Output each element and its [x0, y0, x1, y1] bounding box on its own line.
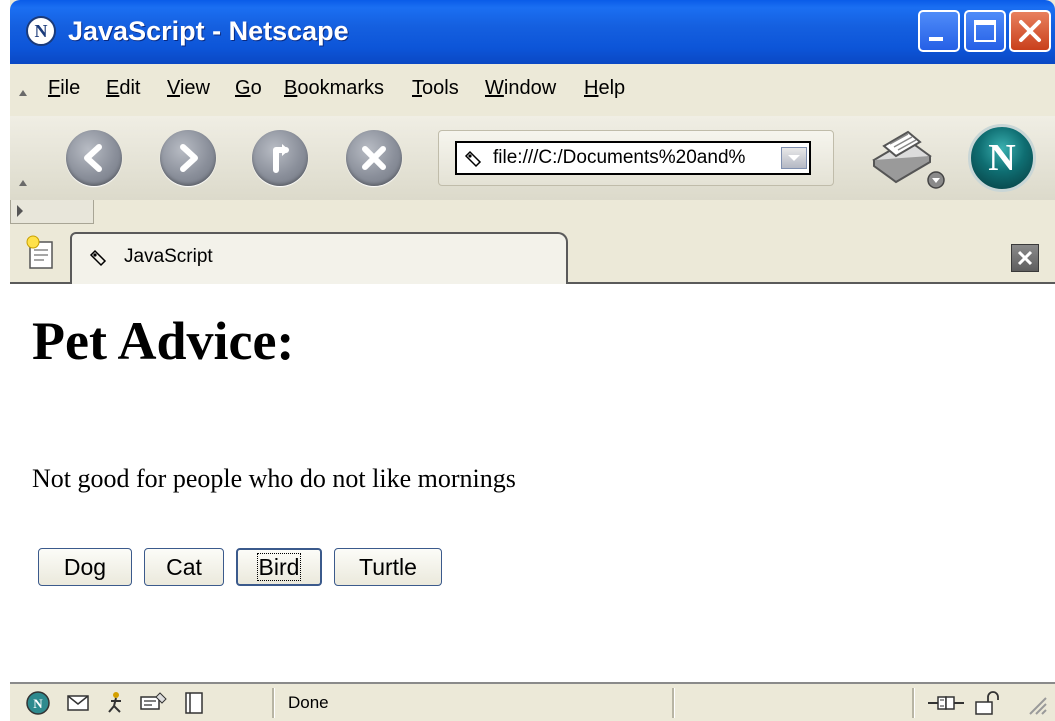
mail-icon[interactable] [64, 689, 92, 717]
forward-icon [180, 144, 198, 172]
forward-button[interactable] [160, 130, 216, 186]
aim-icon[interactable] [102, 689, 130, 717]
resize-grip-icon[interactable] [1024, 692, 1048, 718]
turtle-button[interactable]: Turtle [334, 548, 442, 586]
navigation-toolbar: N [10, 116, 1055, 201]
svg-text:N: N [33, 696, 43, 711]
status-bar: N Done [10, 682, 1055, 721]
url-bar[interactable] [455, 141, 811, 175]
bird-button-label: Bird [256, 552, 302, 581]
menu-tools[interactable]: Tools [412, 77, 459, 100]
menu-file[interactable]: File [48, 77, 80, 100]
page-icon [89, 249, 107, 267]
window-title: JavaScript - Netscape [68, 16, 349, 46]
toolbar-grip-icon[interactable] [18, 88, 28, 98]
composer-icon[interactable] [138, 689, 170, 717]
browser-window: N JavaScript - Netscape File Edit View G… [10, 0, 1055, 721]
bird-button[interactable]: Bird [236, 548, 322, 586]
close-tab-button[interactable] [1011, 244, 1039, 272]
page-content: Pet Advice: Not good for people who do n… [10, 284, 1055, 682]
dog-button[interactable]: Dog [38, 548, 132, 586]
reload-button[interactable] [252, 130, 308, 186]
status-divider [912, 688, 915, 718]
connection-icon[interactable] [926, 689, 966, 717]
toolbar-grip-icon[interactable] [18, 178, 28, 188]
tab-javascript[interactable]: JavaScript [70, 232, 568, 284]
lock-icon[interactable] [972, 689, 1002, 717]
status-divider [672, 688, 675, 718]
menu-bar: File Edit View Go Bookmarks Tools Window… [10, 64, 1055, 117]
address-book-icon[interactable] [180, 689, 208, 717]
maximize-icon [974, 20, 996, 42]
navigator-icon[interactable]: N [24, 689, 52, 717]
print-icon[interactable] [868, 126, 948, 192]
status-text: Done [288, 693, 329, 712]
tab-bar: JavaScript [10, 226, 1055, 284]
toolbar-collapse-handle[interactable] [10, 200, 94, 224]
menu-view[interactable]: View [167, 77, 210, 100]
close-icon [1019, 20, 1041, 42]
tab-label: JavaScript [124, 246, 213, 267]
menu-edit[interactable]: Edit [106, 77, 140, 100]
url-dropdown-button[interactable] [781, 147, 807, 169]
netscape-app-icon[interactable]: N [26, 16, 56, 46]
netscape-logo-icon[interactable]: N [968, 124, 1036, 192]
menu-bookmarks[interactable]: Bookmarks [284, 77, 384, 100]
maximize-button[interactable] [964, 10, 1006, 52]
close-button[interactable] [1009, 10, 1051, 52]
url-input[interactable] [493, 145, 779, 171]
status-divider [272, 688, 275, 718]
chevron-down-icon [788, 155, 800, 161]
expand-arrow-icon [17, 205, 23, 217]
back-button[interactable] [66, 130, 122, 186]
menu-window[interactable]: Window [485, 77, 556, 100]
minimize-button[interactable] [918, 10, 960, 52]
page-icon [464, 150, 482, 168]
menu-help[interactable]: Help [584, 77, 625, 100]
reload-icon [273, 144, 289, 173]
minimize-icon [929, 37, 943, 41]
pet-advice-text: Not good for people who do not like morn… [32, 464, 516, 493]
url-bar-frame [438, 130, 834, 186]
back-icon [84, 144, 102, 172]
cat-button[interactable]: Cat [144, 548, 224, 586]
page-heading: Pet Advice: [32, 311, 295, 371]
close-icon [1017, 250, 1033, 266]
title-bar: N JavaScript - Netscape [10, 0, 1055, 64]
stop-button[interactable] [346, 130, 402, 186]
collapsed-toolbar-row [10, 200, 1055, 227]
new-tab-icon[interactable] [24, 234, 58, 270]
stop-icon [362, 146, 386, 170]
menu-go[interactable]: Go [235, 77, 262, 100]
